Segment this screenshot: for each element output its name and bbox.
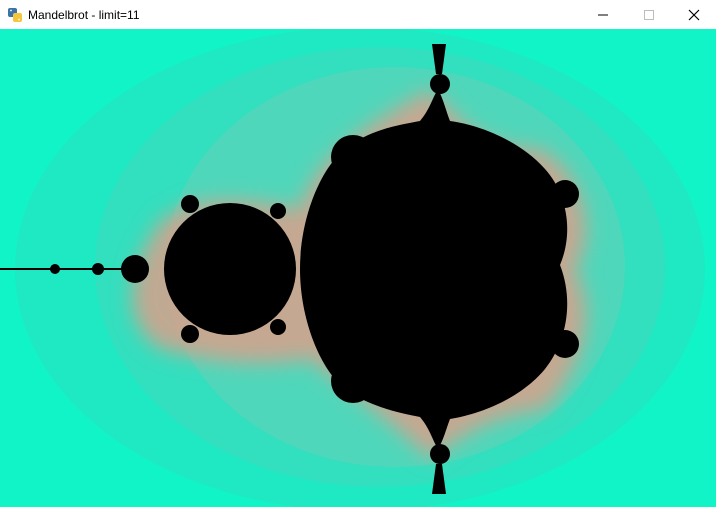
- mandelbrot-render: [0, 29, 716, 507]
- minimize-button[interactable]: [580, 0, 626, 29]
- window-title: Mandelbrot - limit=11: [28, 7, 140, 22]
- maximize-button[interactable]: [626, 0, 672, 29]
- app-window: Mandelbrot - limit=11: [0, 0, 716, 507]
- mandelbrot-canvas[interactable]: [0, 29, 716, 507]
- python-icon: [7, 7, 23, 23]
- maximize-icon: [644, 9, 654, 20]
- close-icon: [688, 9, 700, 20]
- caption-buttons: [580, 0, 716, 29]
- title-bar[interactable]: Mandelbrot - limit=11: [0, 0, 716, 29]
- close-button[interactable]: [672, 0, 716, 29]
- minimize-icon: [598, 14, 608, 15]
